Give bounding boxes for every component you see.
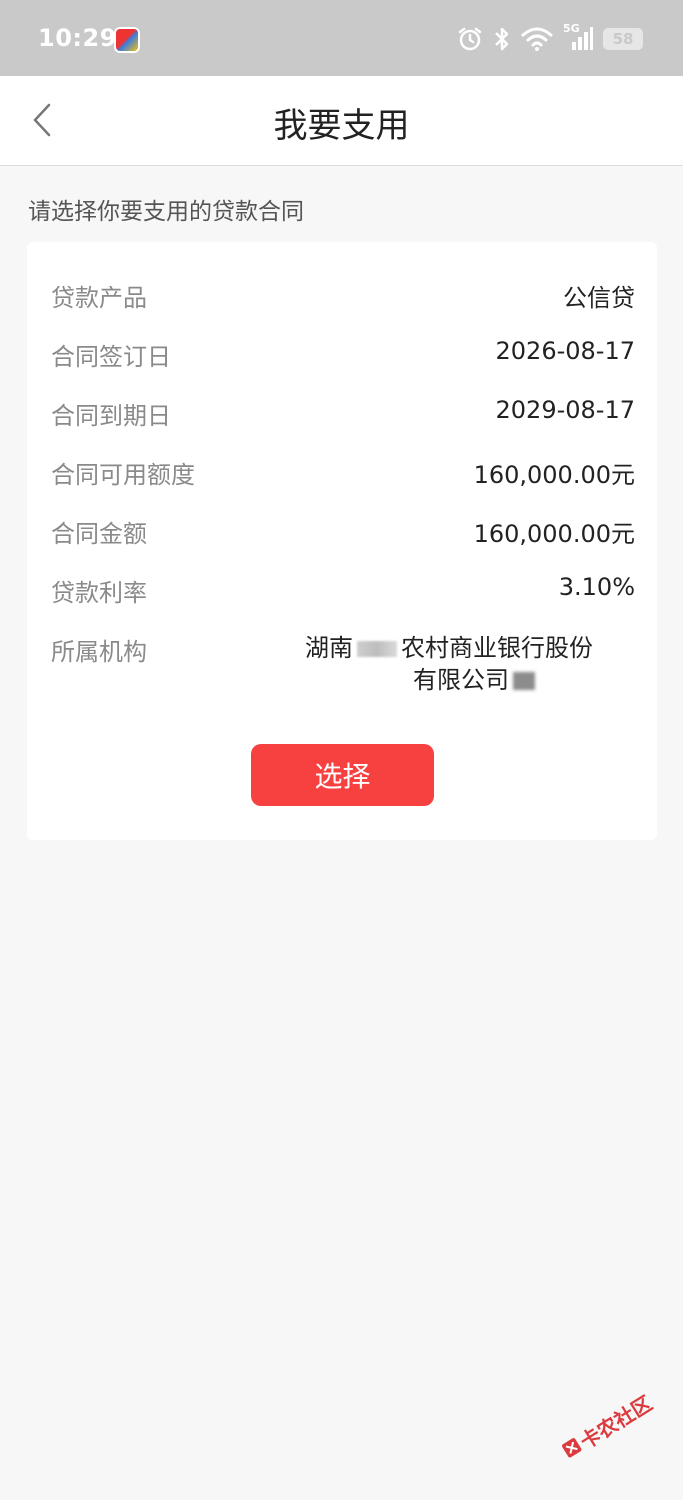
row-institution: 所属机构 湖南 农村商业银行股份 有限公司	[51, 632, 635, 696]
row-label: 合同可用额度	[51, 461, 195, 489]
row-label: 贷款产品	[51, 284, 147, 312]
nav-bar: 我要支用	[0, 76, 683, 166]
section-hint: 请选择你要支用的贷款合同	[28, 199, 304, 225]
institution-name-part: 农村商业银行股份	[401, 634, 593, 662]
row-available-credit: 合同可用额度 160,000.00元	[51, 455, 635, 490]
row-value: 3.10%	[558, 573, 635, 601]
status-time: 10:29	[38, 24, 117, 52]
watermark-text: 卡农社区	[575, 1390, 657, 1454]
redaction-mark	[513, 672, 535, 690]
wifi-icon	[521, 27, 553, 51]
select-button[interactable]: 选择	[251, 744, 434, 806]
contract-card: 贷款产品 公信贷 合同签订日 2026-08-17 合同到期日 2029-08-…	[27, 242, 657, 840]
page-title: 我要支用	[273, 106, 410, 146]
redaction-mark	[357, 641, 397, 657]
status-icons: 5G 58	[457, 22, 643, 54]
alarm-icon	[458, 27, 482, 51]
row-sign-date: 合同签订日 2026-08-17	[51, 337, 635, 372]
app-notification-icon	[114, 27, 140, 53]
row-label: 合同金额	[51, 520, 147, 548]
row-value: 2026-08-17	[495, 337, 635, 365]
row-label: 合同签订日	[51, 343, 171, 371]
institution-value: 湖南 农村商业银行股份 有限公司	[305, 632, 635, 696]
bluetooth-icon	[495, 27, 509, 51]
cellular-signal-icon: 5G	[563, 22, 593, 52]
watermark: 卡农社区	[548, 1374, 665, 1478]
row-label: 所属机构	[51, 638, 147, 666]
row-value: 2029-08-17	[495, 396, 635, 424]
institution-name-part: 湖南	[305, 634, 353, 662]
institution-name-part: 有限公司	[413, 666, 509, 694]
row-label: 贷款利率	[51, 579, 147, 607]
battery-indicator: 58	[603, 28, 643, 50]
row-loan-product: 贷款产品 公信贷	[51, 278, 635, 313]
row-label: 合同到期日	[51, 402, 171, 430]
row-expiry-date: 合同到期日 2029-08-17	[51, 396, 635, 431]
row-value: 160,000.00元	[473, 461, 635, 489]
row-contract-amount: 合同金额 160,000.00元	[51, 514, 635, 549]
row-interest-rate: 贷款利率 3.10%	[51, 573, 635, 608]
row-value: 公信贷	[563, 284, 635, 312]
status-bar: 10:29 5G 58	[0, 0, 683, 76]
row-value: 160,000.00元	[473, 520, 635, 548]
